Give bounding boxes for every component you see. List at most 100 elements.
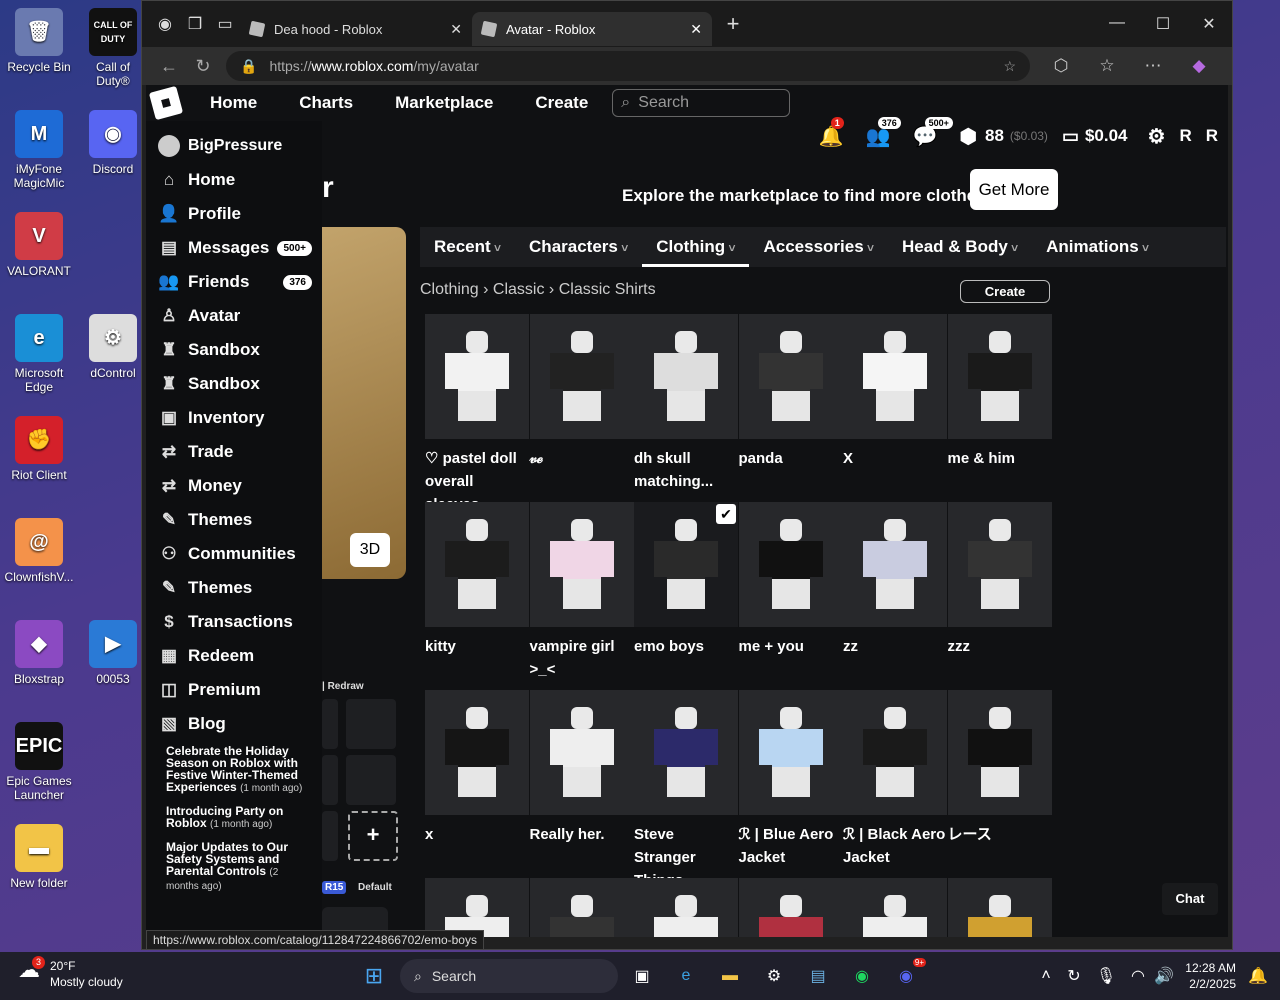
item-name[interactable]: ℛ | Black Aero Jacket bbox=[843, 823, 947, 869]
r15-toggle[interactable]: R15 bbox=[322, 881, 347, 894]
clothing-item-card[interactable]: dh skull matching... bbox=[634, 314, 738, 493]
clothing-item-card[interactable]: vampire girl >_< bbox=[529, 502, 634, 681]
breadcrumb-clothing[interactable]: Clothing bbox=[420, 281, 479, 298]
roblox-logo-icon[interactable] bbox=[148, 85, 184, 121]
tab-dea-hood[interactable]: Dea hood - Roblox ✕ bbox=[240, 12, 472, 46]
close-icon[interactable]: ✕ bbox=[450, 21, 462, 38]
extensions-icon[interactable]: ⬡ bbox=[1038, 56, 1084, 76]
volume-icon[interactable]: 🔊 bbox=[1148, 960, 1180, 992]
clothing-item-card[interactable] bbox=[425, 878, 529, 937]
blog-post-link[interactable]: Major Updates to Our Safety Systems and … bbox=[146, 837, 322, 899]
clothing-item-card[interactable]: me + you bbox=[738, 502, 843, 658]
desktop-icon[interactable]: CALL OF DUTY Call of Duty® bbox=[78, 8, 148, 88]
clothing-item-card[interactable]: me & him bbox=[947, 314, 1052, 470]
nav-marketplace[interactable]: Marketplace bbox=[377, 93, 517, 113]
start-icon[interactable]: ⊞ bbox=[358, 960, 390, 992]
desktop-icon[interactable]: ▬ New folder bbox=[4, 824, 74, 890]
clothing-item-card[interactable]: zzz bbox=[947, 502, 1052, 658]
item-name[interactable]: me & him bbox=[948, 447, 1052, 470]
file-explorer-icon[interactable]: ▬ bbox=[714, 960, 746, 992]
sidebar-item-profile[interactable]: 👤 Profile bbox=[146, 197, 322, 231]
sidebar-item-themes[interactable]: ✎ Themes bbox=[146, 503, 322, 537]
tab-recent[interactable]: Recent ˅ bbox=[420, 227, 515, 267]
clothing-item-card[interactable] bbox=[843, 878, 947, 937]
item-name[interactable]: vampire girl >_< bbox=[530, 635, 634, 681]
slot[interactable] bbox=[322, 755, 338, 805]
dcontrol-icon[interactable]: ⚙ bbox=[758, 960, 790, 992]
sidebar-item-communities[interactable]: ⚇ Communities bbox=[146, 537, 322, 571]
item-name[interactable]: dh skull matching... bbox=[634, 447, 738, 493]
back-icon[interactable]: ← bbox=[152, 56, 186, 77]
sidebar-item-blog[interactable]: ▧ Blog bbox=[146, 707, 322, 741]
sidebar-user[interactable]: BigPressure bbox=[146, 121, 322, 163]
sidebar-item-trade[interactable]: ⇄ Trade bbox=[146, 435, 322, 469]
item-name[interactable]: X bbox=[843, 447, 947, 470]
chat-button[interactable]: Chat bbox=[1162, 883, 1218, 915]
nav-home[interactable]: Home bbox=[192, 93, 281, 113]
sidebar-item-transactions[interactable]: $ Transactions bbox=[146, 605, 322, 639]
clothing-item-card[interactable]: zz bbox=[843, 502, 947, 658]
sidebar-item-avatar[interactable]: ♙ Avatar bbox=[146, 299, 322, 333]
tab-clothing[interactable]: Clothing ˅ bbox=[642, 227, 750, 267]
clothing-item-card[interactable] bbox=[529, 878, 634, 937]
clothing-item-card[interactable]: kitty bbox=[425, 502, 529, 658]
breadcrumb-classic-shirts[interactable]: Classic Shirts bbox=[559, 281, 656, 298]
clothing-item-card[interactable]: X bbox=[843, 314, 947, 470]
item-name[interactable]: zzz bbox=[948, 635, 1052, 658]
item-name[interactable]: zz bbox=[843, 635, 947, 658]
url-field[interactable]: 🔒 https://www.roblox.com/my/avatar ☆ bbox=[226, 51, 1030, 81]
desktop-icon[interactable]: MiMyFone MagicMic bbox=[4, 110, 74, 190]
tab-head-body[interactable]: Head & Body ˅ bbox=[888, 227, 1032, 267]
minimize-icon[interactable]: — bbox=[1094, 14, 1140, 34]
slot[interactable] bbox=[322, 699, 338, 749]
toggle-3d-button[interactable]: 3D bbox=[350, 533, 390, 567]
clothing-item-card[interactable]: ✔ emo boys bbox=[634, 502, 738, 658]
refresh-icon[interactable]: ↻ bbox=[186, 56, 220, 77]
slot[interactable] bbox=[346, 699, 396, 749]
desktop-icon[interactable]: ✊ Riot Client bbox=[4, 416, 74, 482]
item-name[interactable]: 𝓋ℯ bbox=[530, 447, 634, 470]
search-input[interactable]: ⌕ Search bbox=[612, 89, 791, 117]
item-name[interactable]: レース bbox=[948, 823, 1052, 846]
clothing-item-card[interactable]: 𝓋ℯ bbox=[529, 314, 634, 470]
tab-animations[interactable]: Animations ˅ bbox=[1032, 227, 1163, 267]
favorites-icon[interactable]: ☆ bbox=[1084, 56, 1130, 76]
sidebar-item-sandbox[interactable]: ♜ Sandbox bbox=[146, 367, 322, 401]
notification-center-icon[interactable]: 🔔 bbox=[1242, 960, 1274, 992]
item-name[interactable]: Really her. bbox=[530, 823, 634, 846]
clothing-item-card[interactable]: レース bbox=[947, 690, 1052, 846]
edge-icon[interactable]: e bbox=[670, 960, 702, 992]
sidebar-item-premium[interactable]: ◫ Premium bbox=[146, 673, 322, 707]
sidebar-item-money[interactable]: ⇄ Money bbox=[146, 469, 322, 503]
add-slot-icon[interactable]: + bbox=[348, 811, 398, 861]
sidebar-item-sandbox[interactable]: ♜ Sandbox bbox=[146, 333, 322, 367]
desktop-icon[interactable]: EPIC Epic Games Launcher bbox=[4, 722, 74, 802]
new-tab-icon[interactable]: + bbox=[718, 9, 748, 39]
item-name[interactable]: x bbox=[425, 823, 529, 846]
monitor-app-icon[interactable]: ▤ bbox=[802, 960, 834, 992]
task-view-icon[interactable]: ▣ bbox=[626, 960, 658, 992]
clothing-item-card[interactable]: Really her. bbox=[529, 690, 634, 846]
clothing-item-card[interactable] bbox=[634, 878, 738, 937]
desktop-icon[interactable]: ⚙ dControl bbox=[78, 314, 148, 380]
default-toggle[interactable]: Default bbox=[358, 882, 392, 893]
taskbar-search[interactable]: ⌕ Search bbox=[400, 959, 618, 993]
weather-widget[interactable]: ☁ 3 20°F Mostly cloudy bbox=[18, 956, 123, 990]
item-name[interactable]: panda bbox=[739, 447, 843, 470]
sidebar-item-messages[interactable]: ▤ Messages 500+ bbox=[146, 231, 322, 265]
copilot-icon[interactable]: ◆ bbox=[1176, 56, 1222, 76]
sidebar-item-themes[interactable]: ✎ Themes bbox=[146, 571, 322, 605]
nav-create[interactable]: Create bbox=[517, 93, 612, 113]
more-icon[interactable]: ⋯ bbox=[1130, 56, 1176, 76]
desktop-icon[interactable]: 🗑 Recycle Bin bbox=[4, 8, 74, 74]
desktop-icon[interactable]: e Microsoft Edge bbox=[4, 314, 74, 394]
sidebar-item-redeem[interactable]: ▦ Redeem bbox=[146, 639, 322, 673]
sidebar-item-home[interactable]: ⌂ Home bbox=[146, 163, 322, 197]
tab-actions-icon[interactable]: ▭ bbox=[210, 9, 240, 39]
clothing-item-card[interactable]: ♡ pastel doll overall sleeves... bbox=[425, 314, 529, 516]
slot[interactable] bbox=[346, 755, 396, 805]
item-name[interactable]: ℛ | Blue Aero Jacket bbox=[739, 823, 843, 869]
discord-icon[interactable]: ◉ 9+ bbox=[890, 958, 926, 992]
tab-avatar[interactable]: Avatar - Roblox ✕ bbox=[472, 12, 712, 46]
breadcrumb-classic[interactable]: Classic bbox=[493, 281, 545, 298]
